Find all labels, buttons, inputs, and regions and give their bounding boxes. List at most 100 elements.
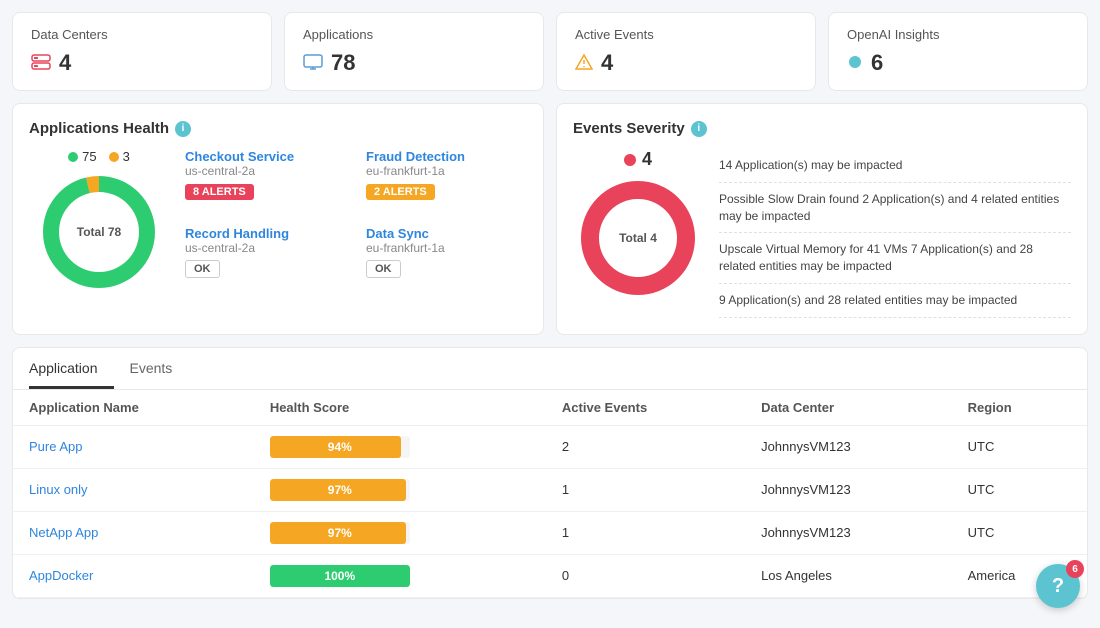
app-badge: OK [185,260,220,278]
legend-orange: 3 [109,149,130,164]
applications-table: Application NameHealth ScoreActive Event… [13,390,1087,598]
top-card-title: Data Centers [31,27,253,42]
top-card-number: 4 [601,50,613,76]
health-donut-wrap: 75 3 Total 78 [29,149,169,292]
top-card-active-events: Active Events 4 [556,12,816,91]
active-events-cell: 1 [546,468,745,511]
severity-message: 9 Application(s) and 28 related entities… [719,284,1071,318]
top-card-value: 6 [847,50,1069,76]
region-cell: UTC [952,425,1087,468]
table-header-health-score: Health Score [254,390,546,426]
table-header-data-center: Data Center [745,390,952,426]
severity-message: Upscale Virtual Memory for 41 VMs 7 Appl… [719,233,1071,284]
applications-health-panel: Applications Health i 75 3 [12,103,544,335]
app-name[interactable]: Data Sync [366,226,527,241]
health-score-cell: 94% [254,425,546,468]
top-card-data-centers: Data Centers 4 [12,12,272,91]
tab-application[interactable]: Application [29,348,114,389]
app-name-cell[interactable]: AppDocker [13,554,254,597]
health-bar-label: 97% [270,526,410,540]
top-card-value: 4 [575,50,797,76]
legend-orange-dot [109,152,119,162]
health-donut-label: Total 78 [77,225,121,239]
severity-message: 14 Application(s) may be impacted [719,149,1071,183]
bulb-icon [847,50,863,76]
region-cell: UTC [952,468,1087,511]
table-row: AppDocker 100% 0 Los Angeles America [13,554,1087,597]
app-item: Record Handling us-central-2a OK [185,226,346,292]
legend-green-value: 75 [82,149,96,164]
table-row: Linux only 97% 1 JohnnysVM123 UTC [13,468,1087,511]
legend-orange-value: 3 [123,149,130,164]
health-bar: 97% [270,479,410,501]
app-name[interactable]: Checkout Service [185,149,346,164]
active-events-cell: 0 [546,554,745,597]
top-card-applications: Applications 78 [284,12,544,91]
health-bar-label: 94% [270,440,410,454]
top-card-value: 4 [31,50,253,76]
applications-health-info-icon[interactable]: i [175,121,191,137]
events-severity-label: Events Severity [573,120,685,137]
app-name[interactable]: Record Handling [185,226,346,241]
table-row: Pure App 94% 2 JohnnysVM123 UTC [13,425,1087,468]
severity-donut-label: Total 4 [619,231,657,245]
applications-health-title: Applications Health i [29,120,527,137]
app-name-cell[interactable]: Linux only [13,468,254,511]
region-cell: UTC [952,511,1087,554]
top-card-value: 78 [303,50,525,76]
health-score-cell: 97% [254,468,546,511]
app-list: Checkout Service us-central-2a 8 ALERTS … [185,149,527,292]
table-row: NetApp App 97% 1 JohnnysVM123 UTC [13,511,1087,554]
top-card-title: Active Events [575,27,797,42]
events-severity-title: Events Severity i [573,120,1071,137]
tabs: Application Events [13,348,1087,390]
data-center-cell: Los Angeles [745,554,952,597]
app-badge: OK [366,260,401,278]
top-cards-section: Data Centers 4 Applications 78 Active Ev… [0,0,1100,91]
health-bar-label: 97% [270,483,410,497]
top-card-number: 4 [59,50,71,76]
app-name-cell[interactable]: NetApp App [13,511,254,554]
data-center-cell: JohnnysVM123 [745,425,952,468]
dc-icon [31,50,51,76]
table-header-region: Region [952,390,1087,426]
events-severity-info-icon[interactable]: i [691,121,707,137]
app-location: eu-frankfurt-1a [366,164,527,178]
health-score-cell: 97% [254,511,546,554]
app-name-cell[interactable]: Pure App [13,425,254,468]
app-location: us-central-2a [185,164,346,178]
severity-content: 4 Total 4 14 Application(s) may be impac… [573,149,1071,318]
data-center-cell: JohnnysVM123 [745,468,952,511]
health-bar: 100% [270,565,410,587]
severity-donut: Total 4 [578,178,698,298]
table-body: Pure App 94% 2 JohnnysVM123 UTC Linux on… [13,425,1087,597]
table-header: Application NameHealth ScoreActive Event… [13,390,1087,426]
monitor-icon [303,50,323,76]
help-icon: ? [1052,575,1064,598]
tab-events[interactable]: Events [130,348,189,389]
legend-green-dot [68,152,78,162]
table-header-application-name: Application Name [13,390,254,426]
middle-section: Applications Health i 75 3 [0,91,1100,347]
top-card-number: 78 [331,50,355,76]
top-card-title: Applications [303,27,525,42]
severity-left: 4 Total 4 [573,149,703,318]
health-donut: Total 78 [39,172,159,292]
events-severity-panel: Events Severity i 4 Total 4 14 [556,103,1088,335]
health-bar: 97% [270,522,410,544]
severity-red-dot [624,154,636,166]
severity-count-value: 4 [642,149,652,170]
app-location: us-central-2a [185,241,346,255]
help-badge: 6 [1066,560,1084,578]
health-score-cell: 100% [254,554,546,597]
top-card-title: OpenAI Insights [847,27,1069,42]
health-content: 75 3 Total 78 [29,149,527,292]
help-button[interactable]: 6 ? [1036,564,1080,608]
severity-messages: 14 Application(s) may be impactedPossibl… [719,149,1071,318]
warning-icon [575,50,593,76]
app-item: Checkout Service us-central-2a 8 ALERTS [185,149,346,214]
app-badge: 8 ALERTS [185,184,254,200]
app-name[interactable]: Fraud Detection [366,149,527,164]
active-events-cell: 2 [546,425,745,468]
legend-green: 75 [68,149,96,164]
